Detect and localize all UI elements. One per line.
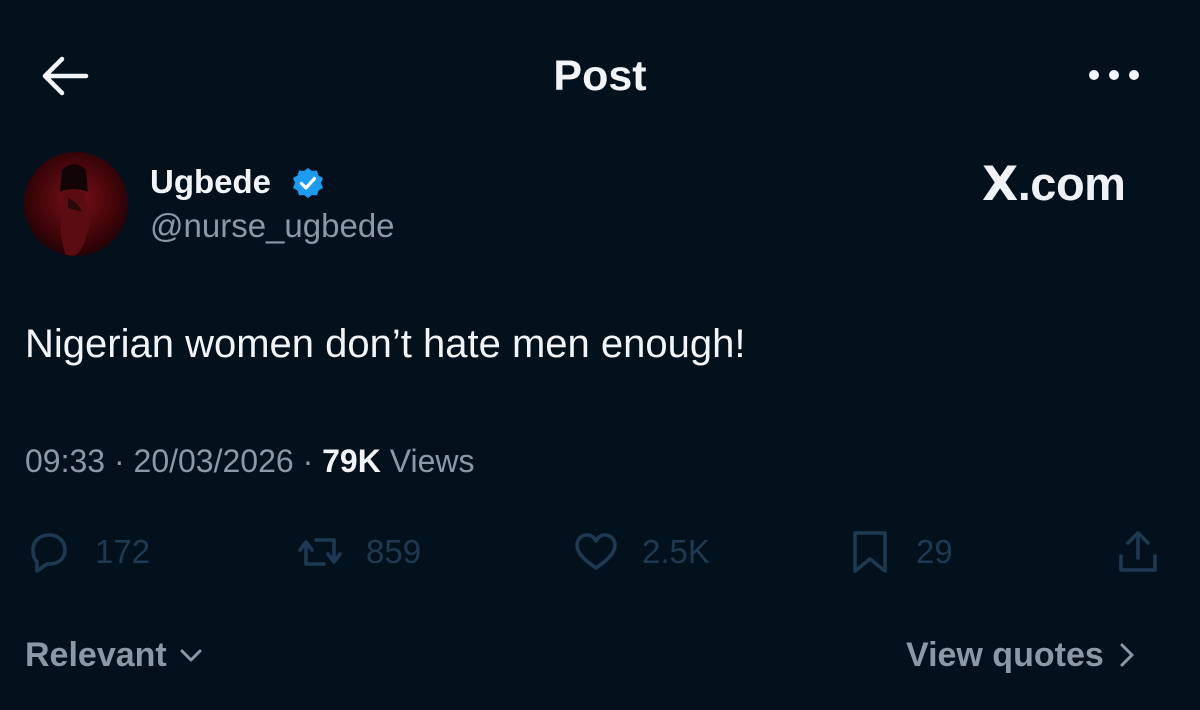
bookmark-button[interactable]: 29: [846, 522, 953, 582]
like-count: 2.5K: [642, 533, 710, 570]
post-time: 09:33: [25, 443, 106, 479]
reply-icon: [31, 533, 67, 573]
repost-count: 859: [366, 533, 422, 570]
views-label: Views: [389, 443, 475, 479]
repost-icon: [298, 538, 342, 566]
brand-suffix: .com: [1017, 157, 1126, 210]
avatar[interactable]: [24, 152, 128, 256]
view-quotes-label: View quotes: [906, 636, 1104, 674]
reply-count: 172: [95, 533, 151, 570]
share-button[interactable]: [1114, 522, 1162, 582]
chevron-down-icon: [180, 649, 202, 662]
post-meta: 09:33 · 20/03/2026 · 79K Views: [25, 441, 474, 481]
bookmark-icon: [853, 531, 887, 573]
sort-replies-dropdown[interactable]: Relevant: [25, 634, 203, 676]
sort-label: Relevant: [25, 636, 167, 674]
share-icon: [1119, 531, 1157, 572]
more-options-button[interactable]: [1082, 60, 1146, 90]
author-handle[interactable]: @nurse_ugbede: [150, 206, 395, 246]
author-display-name[interactable]: Ugbede: [150, 162, 271, 202]
bookmark-count: 29: [916, 533, 953, 570]
post-date: 20/03/2026: [133, 443, 294, 479]
x-logo-letter: X: [982, 157, 1018, 212]
reply-button[interactable]: 172: [25, 522, 150, 582]
like-button[interactable]: 2.5K: [572, 522, 710, 582]
verified-badge-icon: [291, 166, 325, 200]
repost-button[interactable]: 859: [296, 522, 421, 582]
post-text: Nigerian women don’t hate men enough!: [25, 322, 746, 366]
avatar-image: [24, 152, 128, 256]
heart-icon: [575, 533, 617, 570]
view-quotes-link[interactable]: View quotes: [906, 634, 1136, 676]
meta-separator: ·: [302, 443, 314, 479]
page-title: Post: [553, 52, 647, 100]
more-horizontal-icon: [1089, 70, 1139, 80]
chevron-right-icon: [1120, 643, 1134, 667]
x-com-watermark: X.com: [982, 157, 1126, 212]
meta-separator: ·: [113, 443, 125, 479]
views-count[interactable]: 79K: [322, 443, 381, 479]
